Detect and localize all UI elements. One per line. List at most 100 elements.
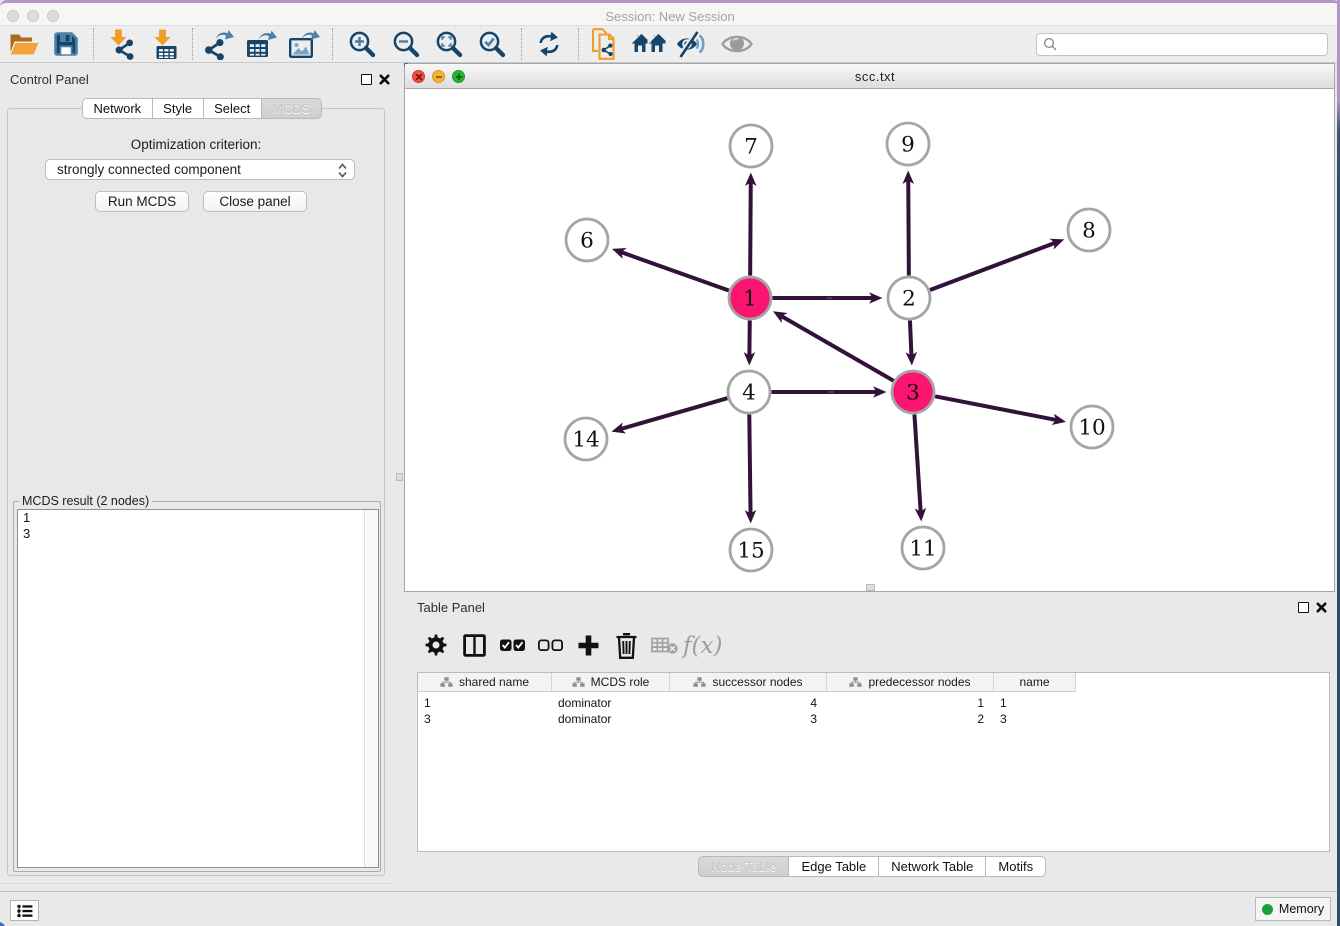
tab-select[interactable]: Select [203, 98, 261, 119]
toolbar-buttons [0, 27, 758, 61]
toolbar-separator [578, 28, 579, 60]
column-header-successor-nodes[interactable]: successor nodes [670, 673, 827, 691]
table-row[interactable]: 3dominator323 [418, 711, 1076, 727]
table-cell: 1 [994, 695, 1076, 711]
svg-text:f(x): f(x) [681, 633, 722, 659]
table-tabs: Node TableEdge TableNetwork TableMotifs [404, 856, 1340, 877]
export-network-button[interactable] [198, 27, 240, 61]
toolbar-separator [93, 28, 94, 60]
hide-selected-button[interactable] [671, 27, 713, 61]
table-cell: 2 [827, 711, 994, 727]
checkboxes-checked-icon [499, 638, 526, 653]
svg-text:11: 11 [909, 537, 936, 562]
column-header-label: successor nodes [712, 675, 802, 689]
zoom-in-button[interactable] [341, 27, 383, 61]
zoom-out-icon [392, 30, 421, 59]
optimization-criterion-value: strongly connected component [57, 162, 241, 177]
tab-mcds[interactable]: MCDS [261, 98, 322, 119]
open-session-button[interactable] [3, 27, 45, 61]
mcds-result-scrollbar[interactable] [364, 510, 378, 867]
zoom-selected-button[interactable] [471, 27, 513, 61]
column-header-label: shared name [459, 675, 529, 689]
svg-text:7: 7 [744, 135, 758, 160]
save-session-button[interactable] [45, 27, 87, 61]
window-title: Session: New Session [0, 9, 1340, 24]
table-header-row: shared name MCDS role successor nodes prede… [418, 673, 1076, 692]
tab-network[interactable]: Network [82, 98, 152, 119]
column-header-MCDS-role[interactable]: MCDS role [552, 673, 670, 691]
control-panel: Control Panel NetworkStyleSelectMCDS Opt… [0, 63, 392, 884]
float-panel-icon[interactable] [361, 74, 372, 85]
trash-icon [615, 632, 638, 659]
close-panel-icon[interactable] [379, 74, 390, 85]
export-image-icon [289, 28, 320, 60]
table-cell: 3 [670, 711, 827, 727]
mcds-result-group: MCDS result (2 nodes) 13 [13, 501, 381, 872]
app-titlebar: Session: New Session [0, 0, 1340, 26]
task-history-button[interactable] [10, 900, 39, 921]
mcds-result-list[interactable]: 13 [17, 509, 379, 868]
mcds-tab-pane: Optimization criterion: strongly connect… [7, 108, 385, 876]
tab-edge-table[interactable]: Edge Table [788, 856, 878, 877]
export-table-button[interactable] [240, 27, 282, 61]
show-all-button[interactable] [716, 27, 758, 61]
run-mcds-button[interactable]: Run MCDS [95, 191, 189, 212]
memory-button[interactable]: Memory [1255, 897, 1331, 921]
import-network-button[interactable] [101, 27, 143, 61]
select-updown-icon [338, 163, 347, 178]
zoom-out-button[interactable] [385, 27, 427, 61]
tab-network-table[interactable]: Network Table [878, 856, 985, 877]
main-toolbar [0, 26, 1340, 63]
svg-text:1: 1 [743, 287, 757, 312]
tab-style[interactable]: Style [152, 98, 203, 119]
table-delete-icon [651, 635, 678, 656]
table-cell: 4 [670, 695, 827, 711]
control-panel-header: Control Panel [0, 63, 392, 89]
import-network-icon [110, 28, 135, 60]
close-table-panel-icon[interactable] [1316, 602, 1327, 613]
add-column-button[interactable] [569, 627, 607, 663]
table-cell: 3 [994, 711, 1076, 727]
delete-column-button[interactable] [607, 627, 645, 663]
export-image-button[interactable] [283, 27, 325, 61]
vertical-splitter-grip[interactable] [396, 473, 403, 481]
column-header-name[interactable]: name [994, 673, 1076, 691]
column-header-label: MCDS role [591, 675, 650, 689]
table-panel-header: Table Panel [404, 597, 1340, 618]
search-input[interactable] [1036, 33, 1328, 56]
first-neighbors-button[interactable] [627, 27, 669, 61]
select-all-button[interactable] [493, 627, 531, 663]
network-frame-titlebar[interactable]: scc.txt [405, 64, 1334, 89]
close-panel-button[interactable]: Close panel [203, 191, 307, 212]
table-row[interactable]: 1dominator411 [418, 695, 1076, 711]
toolbar-separator [521, 28, 522, 60]
folder-open-icon [9, 31, 39, 57]
column-header-shared-name[interactable]: shared name [418, 673, 552, 691]
toggle-columns-button[interactable] [455, 627, 493, 663]
network-frame: scc.txt 1234678910111415 [404, 63, 1335, 592]
houses-icon [631, 30, 666, 58]
zoom-fit-button[interactable] [428, 27, 470, 61]
zoom-in-icon [348, 30, 377, 59]
table-toolbar: f(x) [417, 625, 721, 665]
table-settings-button[interactable] [417, 627, 455, 663]
column-header-predecessor-nodes[interactable]: predecessor nodes [827, 673, 994, 691]
tab-motifs[interactable]: Motifs [985, 856, 1046, 877]
apply-layout-button[interactable] [528, 27, 570, 61]
columns-icon [463, 634, 486, 657]
network-canvas[interactable]: 1234678910111415 [405, 89, 1334, 591]
horizontal-splitter-grip[interactable] [866, 584, 875, 591]
svg-text:6: 6 [580, 229, 594, 254]
function-builder-button: f(x) [683, 627, 721, 663]
optimization-criterion-select[interactable]: strongly connected component [45, 159, 355, 180]
svg-text:8: 8 [1082, 219, 1096, 244]
tree-icon [849, 676, 862, 688]
network-from-selection-button[interactable] [584, 27, 626, 61]
column-header-label: predecessor nodes [868, 675, 970, 689]
float-table-panel-icon[interactable] [1298, 602, 1309, 613]
tab-node-table[interactable]: Node Table [698, 856, 789, 877]
svg-text:14: 14 [572, 428, 599, 453]
deselect-all-button[interactable] [531, 627, 569, 663]
import-table-button[interactable] [144, 27, 186, 61]
column-header-label: name [1019, 675, 1049, 689]
